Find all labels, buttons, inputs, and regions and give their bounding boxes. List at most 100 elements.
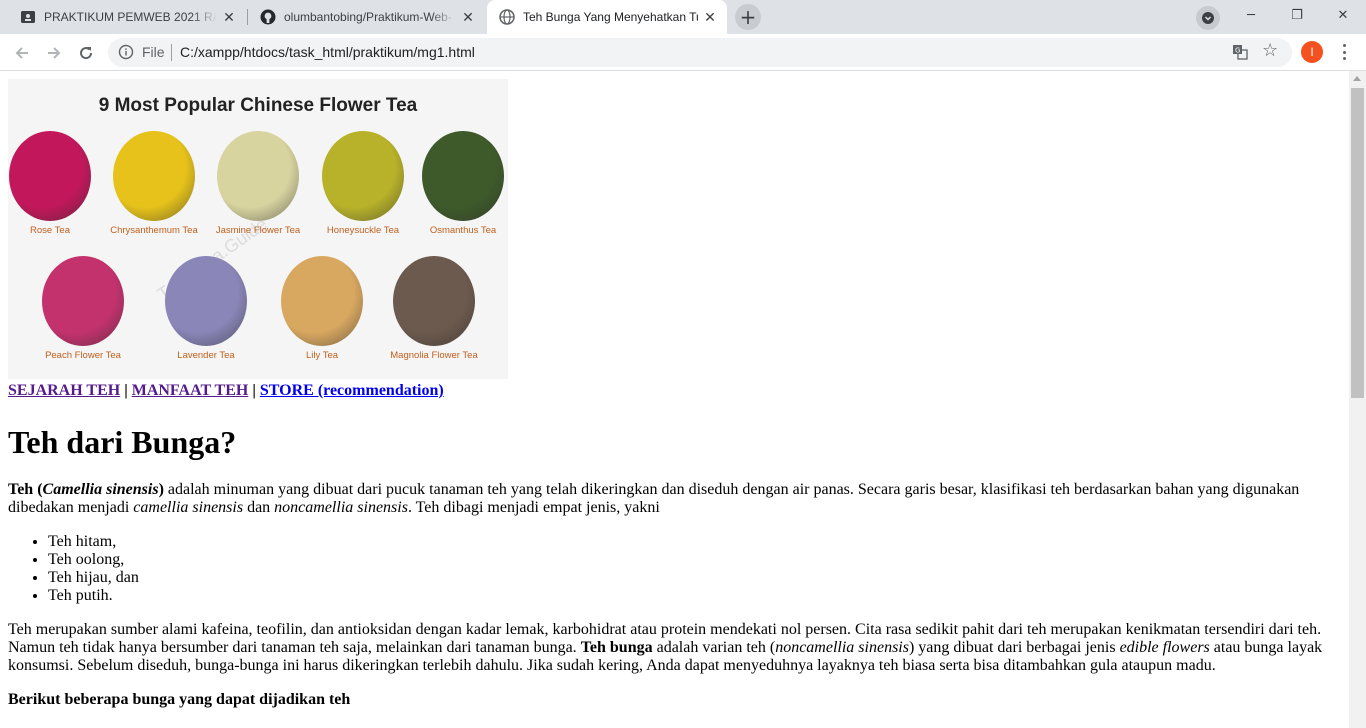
intro-text: . Teh dibagi menjadi empat jenis, yakni [407, 499, 660, 516]
close-window-button[interactable]: ✕ [1320, 0, 1366, 30]
tab-title: PRAKTIKUM PEMWEB 2021 RA, R [44, 10, 217, 24]
nav-link-store[interactable]: STORE (recommendation) [260, 382, 444, 399]
back-button[interactable] [8, 39, 36, 67]
tab-praktikum[interactable]: PRAKTIKUM PEMWEB 2021 RA, R ✕ [8, 0, 246, 34]
list-item: Teh hijau, dan [48, 569, 1341, 587]
honeysuckle-tea-photo [322, 131, 404, 221]
flower-tea-paragraph: Teh merupakan sumber alami kafeina, teof… [8, 621, 1341, 675]
close-tab-icon[interactable]: ✕ [221, 9, 237, 25]
camellia-bold-italic: Camellia sinensis [42, 481, 159, 498]
noncamellia-italic: noncamellia sinensis [775, 639, 909, 656]
intro-text: dan [243, 499, 275, 516]
nav-separator: | [124, 382, 128, 399]
flower-tea-poster: 9 Most Popular Chinese Flower Tea TeaChi… [8, 79, 508, 379]
page-scrollbar[interactable] [1349, 71, 1366, 728]
reload-button[interactable] [72, 39, 100, 67]
tea-item-honeysuckle: Honeysuckle Tea [311, 131, 415, 236]
camellia-italic: camellia sinensis [133, 499, 244, 516]
teh-bunga-bold: Teh bunga [580, 639, 653, 656]
tea-item-rose: Rose Tea [0, 131, 102, 236]
restore-button[interactable]: ❐ [1274, 0, 1320, 30]
teh-label: Teh (Camellia sinensis) [8, 481, 164, 498]
body-text: adalah varian teh ( [652, 639, 776, 656]
tab-teh-bunga[interactable]: Teh Bunga Yang Menyehatkan Tu ✕ [487, 0, 727, 34]
chrysanthemum-tea-photo [113, 131, 195, 221]
profile-avatar[interactable]: I [1301, 41, 1323, 63]
menu-dot [1342, 44, 1346, 47]
osmanthus-tea-photo [422, 131, 504, 221]
magnolia-tea-photo [393, 256, 475, 346]
tea-item-jasmine: Jasmine Flower Tea [206, 131, 310, 236]
plus-icon: + [739, 5, 757, 29]
rose-tea-photo [9, 131, 91, 221]
subheading: Berikut beberapa bunga yang dapat dijadi… [8, 691, 1341, 709]
tea-label: Magnolia Flower Tea [390, 350, 478, 361]
minimize-button[interactable]: ─ [1228, 0, 1274, 30]
minimize-icon: ─ [1247, 7, 1255, 23]
url-text[interactable]: C:/xampp/htdocs/task_html/praktikum/mg1.… [180, 44, 475, 60]
poster-title: 9 Most Popular Chinese Flower Tea [98, 95, 418, 116]
close-tab-icon[interactable]: ✕ [702, 9, 718, 25]
tea-item-osmanthus: Osmanthus Tea [411, 131, 515, 236]
tab-title: olumbantobing/Praktikum-Web- [284, 10, 452, 24]
scrollbar-thumb[interactable] [1351, 88, 1364, 398]
menu-dot [1342, 57, 1346, 60]
tab-github[interactable]: olumbantobing/Praktikum-Web- ✕ [248, 0, 485, 34]
svg-text:G: G [1235, 47, 1240, 55]
info-icon[interactable] [118, 44, 134, 60]
subheading-text: Berikut beberapa bunga yang dapat dijadi… [8, 691, 351, 708]
tea-item-peach-flower: Peach Flower Tea [31, 256, 135, 361]
chevron-down-icon [1202, 12, 1214, 24]
tab-search-button[interactable] [1196, 6, 1220, 30]
address-bar[interactable]: File C:/xampp/htdocs/task_html/praktikum… [108, 38, 1292, 67]
list-item: Teh oolong, [48, 551, 1341, 569]
nav-separator: | [252, 382, 256, 399]
article-body: Teh (Camellia sinensis) adalah minuman y… [8, 481, 1341, 725]
browser-toolbar: File C:/xampp/htdocs/task_html/praktikum… [0, 34, 1366, 71]
nav-link-manfaat-teh[interactable]: MANFAAT TEH [132, 382, 249, 399]
tab-title: Teh Bunga Yang Menyehatkan Tu [523, 10, 698, 24]
page-nav: SEJARAH TEH | MANFAAT TEH | STORE (recom… [8, 382, 444, 400]
edible-flowers-italic: edible flowers [1119, 639, 1210, 656]
forward-arrow-icon [48, 47, 61, 59]
tea-item-magnolia: Magnolia Flower Tea [382, 256, 486, 361]
avatar-initial: I [1310, 45, 1314, 59]
close-tab-icon[interactable]: ✕ [460, 9, 476, 25]
tea-label: Rose Tea [30, 225, 70, 236]
scroll-up-arrow-icon[interactable] [1353, 76, 1361, 81]
tea-label: Lavender Tea [177, 350, 235, 361]
tea-label: Jasmine Flower Tea [215, 225, 301, 236]
jasmine-tea-photo [217, 131, 299, 221]
tab-strip: PRAKTIKUM PEMWEB 2021 RA, R ✕ olumbantob… [0, 0, 1366, 34]
body-text: ) yang dibuat dari berbagai jenis [908, 639, 1120, 656]
tea-label: Chrysanthemum Tea [110, 225, 198, 236]
globe-icon [499, 9, 515, 25]
teh-bold: Teh ( [8, 481, 43, 498]
tea-label: Osmanthus Tea [429, 225, 497, 236]
noncamellia-italic: noncamellia sinensis [274, 499, 408, 516]
classroom-icon [20, 9, 36, 25]
list-item: Teh putih. [48, 587, 1341, 605]
translate-icon[interactable]: G [1232, 44, 1248, 60]
bookmark-star-icon[interactable]: ☆ [1262, 41, 1278, 61]
lavender-tea-photo [165, 256, 247, 346]
list-item: Teh hitam, [48, 533, 1341, 551]
restore-icon: ❐ [1291, 7, 1303, 23]
tea-types-list: Teh hitam, Teh oolong, Teh hijau, dan Te… [48, 533, 1341, 605]
reload-icon [80, 47, 93, 60]
intro-paragraph: Teh (Camellia sinensis) adalah minuman y… [8, 481, 1341, 517]
new-tab-button[interactable]: + [735, 4, 761, 30]
tea-label: Peach Flower Tea [45, 350, 121, 361]
tea-label: Lily Tea [305, 350, 339, 361]
nav-link-sejarah-teh[interactable]: SEJARAH TEH [8, 382, 120, 399]
browser-menu-button[interactable] [1336, 42, 1352, 62]
lily-tea-photo [281, 256, 363, 346]
tea-item-lavender: Lavender Tea [154, 256, 258, 361]
tea-item-chrysanthemum: Chrysanthemum Tea [102, 131, 206, 236]
tea-label: Honeysuckle Tea [326, 225, 400, 236]
close-icon: ✕ [1337, 7, 1349, 23]
menu-dot [1342, 50, 1346, 54]
peach-flower-tea-photo [42, 256, 124, 346]
tea-item-lily: Lily Tea [270, 256, 374, 361]
forward-button[interactable] [40, 39, 68, 67]
